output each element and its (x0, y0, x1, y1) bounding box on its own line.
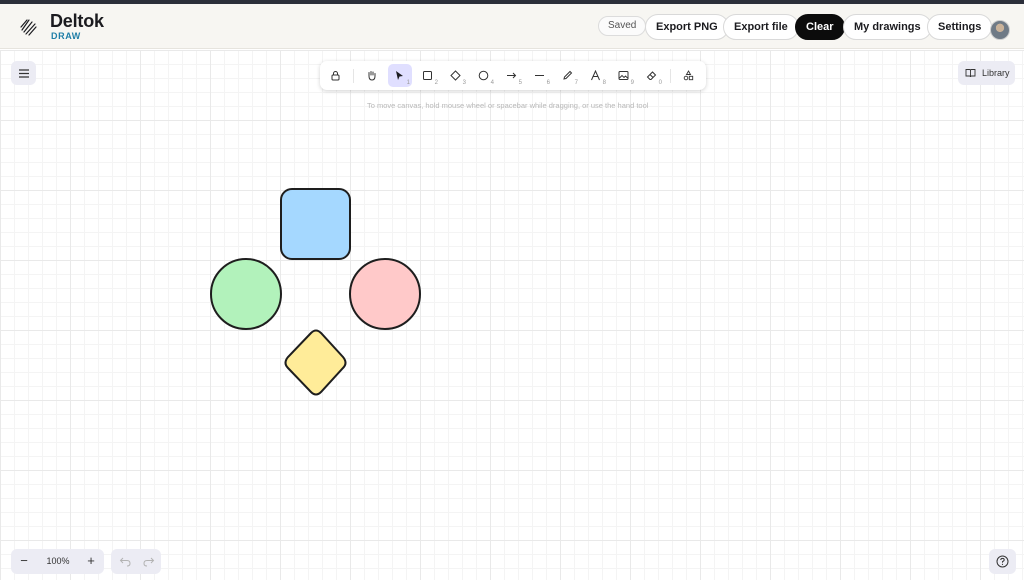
tool-shortcut: 2 (434, 80, 438, 86)
export-file-button[interactable]: Export file (723, 14, 799, 40)
zoom-controls: − 100% + (11, 549, 104, 574)
canvas-shapes-layer (210, 188, 421, 396)
clear-button[interactable]: Clear (795, 14, 845, 40)
shapes-icon (683, 70, 694, 81)
pointer-arrow-icon (396, 71, 403, 80)
tool-line[interactable]: 6 (528, 64, 552, 87)
tools-toolbar: 1 2 3 4 5 6 7 8 9 0 (320, 61, 706, 90)
tool-shortcut: 9 (630, 80, 634, 86)
tool-arrow[interactable]: 5 (500, 64, 524, 87)
toolbar-divider (353, 69, 354, 83)
tool-rectangle[interactable]: 2 (416, 64, 440, 87)
tool-eraser[interactable]: 0 (640, 64, 664, 87)
tool-shortcut: 6 (546, 80, 550, 86)
redo-button[interactable] (141, 555, 155, 568)
blue-rounded-square-shape[interactable] (280, 188, 351, 260)
user-avatar[interactable] (990, 20, 1010, 40)
tool-shortcut: 3 (462, 80, 466, 86)
lock-icon (331, 71, 340, 81)
history-controls (111, 549, 161, 574)
undo-icon (119, 557, 131, 567)
tool-hand[interactable] (360, 64, 384, 87)
tool-shortcut: 7 (574, 80, 578, 86)
hamburger-menu-icon (18, 68, 29, 78)
tool-shortcut: 8 (602, 80, 606, 86)
zoom-out-button[interactable]: − (15, 553, 33, 570)
green-circle-shape[interactable] (210, 258, 282, 330)
text-icon (591, 70, 600, 81)
tool-ellipse[interactable]: 4 (472, 64, 496, 87)
tool-draw[interactable]: 7 (556, 64, 580, 87)
hand-icon (368, 71, 376, 81)
diamond-icon (450, 70, 461, 81)
tool-diamond[interactable]: 3 (444, 64, 468, 87)
my-drawings-button[interactable]: My drawings (843, 14, 932, 40)
image-icon (618, 71, 629, 80)
tool-shortcut: 0 (658, 80, 662, 86)
tool-image[interactable]: 9 (612, 64, 636, 87)
tool-more-shapes[interactable] (677, 64, 701, 87)
ellipse-icon (478, 70, 489, 81)
export-png-button[interactable]: Export PNG (645, 14, 729, 40)
tool-shortcut: 5 (518, 80, 522, 86)
tool-selection[interactable]: 1 (388, 64, 412, 87)
zoom-level[interactable]: 100% (39, 556, 77, 566)
pink-circle-shape[interactable] (349, 258, 421, 330)
toolbar-divider (670, 69, 671, 83)
zoom-in-button[interactable]: + (82, 553, 100, 570)
app-header: Deltok DRAW Saved Export PNG Export file… (0, 4, 1024, 49)
help-icon (996, 555, 1009, 568)
brand-subtitle: DRAW (51, 31, 81, 41)
settings-button[interactable]: Settings (927, 14, 993, 40)
line-icon (535, 75, 544, 76)
main-menu-button[interactable] (11, 61, 36, 85)
tool-text[interactable]: 8 (584, 64, 608, 87)
library-label: Library (982, 68, 1010, 78)
tool-lock[interactable] (324, 64, 348, 87)
saved-status-badge: Saved (598, 16, 647, 36)
pencil-icon (563, 70, 573, 80)
redo-icon (143, 557, 155, 567)
tool-shortcut: 1 (406, 80, 410, 86)
rectangle-icon (423, 71, 432, 80)
undo-button[interactable] (119, 555, 133, 568)
canvas-hint-text: To move canvas, hold mouse wheel or spac… (367, 101, 649, 110)
eraser-icon (646, 71, 657, 80)
deltok-logo-icon (20, 19, 37, 36)
yellow-diamond-shape[interactable] (284, 329, 347, 396)
arrow-right-icon (507, 72, 517, 79)
help-button[interactable] (989, 549, 1016, 574)
library-button[interactable]: Library (958, 61, 1015, 85)
brand-name: Deltok (50, 11, 104, 31)
tool-shortcut: 4 (490, 80, 494, 86)
book-icon (965, 69, 976, 78)
